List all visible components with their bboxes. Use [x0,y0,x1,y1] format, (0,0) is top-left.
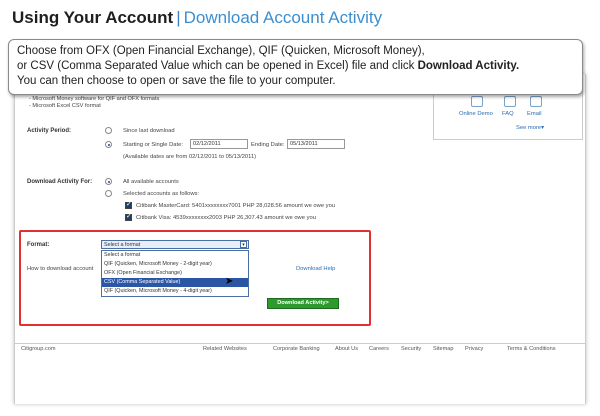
faq-link[interactable]: FAQ [502,111,514,117]
see-more-link[interactable]: See more▾ [516,125,544,131]
footer-link[interactable]: About Us [335,346,358,352]
format-option[interactable]: QIF (Quicken, Microsoft Money - 2-digit … [102,260,248,269]
format-note-1: - Microsoft Money software for QIF and O… [29,96,160,102]
instruction-callout: Choose from OFX (Open Financial Exchange… [8,39,583,95]
footer-link[interactable]: Related Websites [203,346,247,352]
callout-line-3: You can then choose to open or save the … [17,75,336,87]
footer-site-link[interactable]: Citigroup.com [21,346,56,352]
question-icon[interactable] [504,96,516,107]
mail-icon[interactable] [530,96,542,107]
tutorial-header: Using Your Account | Download Account Acti… [0,0,600,38]
download-help-link[interactable]: Download Help [296,266,335,272]
format-option[interactable]: Select a format [102,251,248,260]
title-main: Using Your Account [12,8,174,27]
title-sub: Download Account Activity [183,8,383,27]
format-option[interactable]: QIF (Quicken, Microsoft Money - 4-digit … [102,287,248,296]
since-last-label: Since last download [123,128,175,134]
format-note-2: - Microsoft Excel CSV format [29,103,101,109]
footer-link[interactable]: Careers [369,346,389,352]
activity-period-label: Activity Period: [27,128,72,134]
tutorial-frame: Using Your Account | Download Account Acti… [0,0,600,416]
footer-divider [15,343,585,344]
available-dates-note: (Available dates are from 02/12/2011 to … [123,154,257,160]
checkbox-mastercard[interactable] [125,200,132,209]
email-link[interactable]: Email [527,111,542,117]
radio-all-accounts[interactable] [105,178,112,185]
radio-selected-accounts[interactable] [105,190,112,197]
footer-link[interactable]: Terms & Conditions [507,346,556,352]
start-date-label: Starting or Single Date: [123,142,183,148]
callout-line-1: Choose from OFX (Open Financial Exchange… [17,45,425,57]
format-select-value: Select a format [104,242,141,248]
format-label: Format: [27,242,50,248]
callout-emphasis: Download Activity. [417,60,520,72]
ending-date-label: Ending Date: [251,142,285,148]
callout-line-2: or CSV (Comma Separated Value which can … [17,60,520,72]
all-accounts-label: All available accounts [123,179,179,185]
page-title: Using Your Account | Download Account Acti… [12,8,382,28]
mouse-pointer-icon: ➤ [225,276,234,287]
online-demo-link[interactable]: Online Demo [459,111,493,117]
how-to-download-text: How to download account [27,266,94,272]
selected-accounts-label: Selected accounts as follows: [123,191,200,197]
footer-link[interactable]: Sitemap [433,346,454,352]
footer-link[interactable]: Corporate Banking [273,346,320,352]
radio-date-range[interactable] [105,141,112,148]
format-select[interactable]: Select a format ▾ [101,240,249,249]
footer-link[interactable]: Security [401,346,421,352]
title-separator: | [176,8,181,27]
radio-since-last[interactable] [105,127,112,134]
download-for-label: Download Activity For: [27,179,93,185]
download-activity-button[interactable]: Download Activity> [267,298,339,309]
checkbox-visa[interactable] [125,212,132,221]
account-visa: Citibank Visa: 4539xxxxxxxx2003 PHP 26,3… [136,215,316,221]
footer-link[interactable]: Privacy [465,346,483,352]
end-date-input[interactable]: 05/13/2011 [287,139,345,149]
chevron-down-icon[interactable]: ▾ [240,241,247,248]
monitor-icon[interactable] [471,96,483,107]
start-date-input[interactable]: 02/12/2011 [190,139,248,149]
format-dropdown-list: Select a format QIF (Quicken, Microsoft … [101,250,249,297]
account-mastercard: Citibank MasterCard: 5401xxxxxxxx7001 PH… [136,203,336,209]
screenshot-panel: - Microsoft Money software for QIF and O… [14,74,586,404]
